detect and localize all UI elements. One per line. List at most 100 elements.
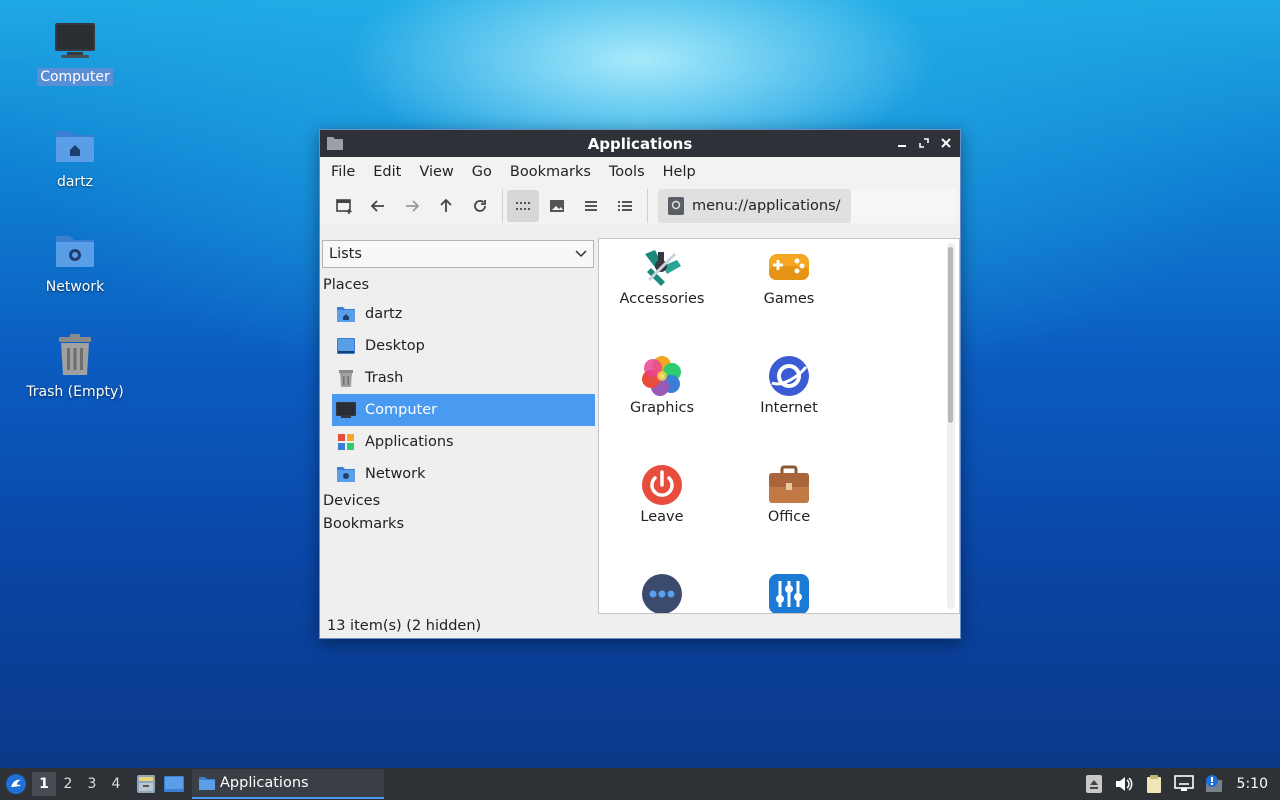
desktop-icon-network[interactable]: Network [20,226,130,296]
section-places[interactable]: Places [323,277,369,293]
scrollbar-thumb[interactable] [948,247,953,423]
briefcase-icon [767,463,811,507]
file-manager-launcher-icon[interactable] [132,770,160,798]
desktop-icon-label: Computer [37,68,113,86]
show-desktop-icon[interactable] [160,770,188,798]
taskbar-task-applications[interactable]: Applications [192,769,384,799]
location-bar[interactable]: menu://applications/ [658,189,851,223]
section-devices[interactable]: Devices [323,493,380,509]
menu-go[interactable]: Go [465,164,499,180]
desktop-icon-label: dartz [56,174,94,190]
workspace-4[interactable]: 4 [104,772,128,796]
workspace-3[interactable]: 3 [80,772,104,796]
forward-button[interactable] [396,190,428,222]
network-folder-icon [336,464,356,484]
titlebar[interactable]: Applications [320,130,960,157]
app-graphics[interactable]: Graphics [607,354,717,416]
workspace-1[interactable]: 1 [32,772,56,796]
sidebar-item-network[interactable]: Network [332,458,595,490]
start-menu-button[interactable] [0,768,32,800]
app-accessories[interactable]: Accessories [607,245,717,307]
section-bookmarks[interactable]: Bookmarks [323,516,404,532]
applications-icon [336,432,356,452]
desktop-icon-computer[interactable]: Computer [20,16,130,86]
menu-help[interactable]: Help [656,164,703,180]
workspace-2[interactable]: 2 [56,772,80,796]
desktop-icon [336,336,356,356]
detailed-list-view-button[interactable] [609,190,641,222]
app-settings[interactable] [734,572,844,613]
app-label: Leave [640,509,684,525]
new-tab-button[interactable] [328,190,360,222]
folder-icon [198,775,216,791]
sidebar-item-dartz[interactable]: dartz [332,298,595,330]
side-pane: Lists Places dartz Desktop Trash Compute… [320,238,596,614]
chevron-down-icon [575,247,587,263]
thumbnail-view-button[interactable] [541,190,573,222]
app-internet[interactable]: Internet [734,354,844,416]
location-bar-empty[interactable] [850,189,956,223]
sidebar-item-trash[interactable]: Trash [332,362,595,394]
minimize-button[interactable] [894,135,910,151]
task-label: Applications [220,775,309,791]
app-leave[interactable]: Leave [607,463,717,525]
menubar: File Edit View Go Bookmarks Tools Help [320,157,960,187]
computer-icon [336,400,356,420]
menu-tools[interactable]: Tools [602,164,652,180]
sidebar-item-label: dartz [365,306,403,322]
folder-view: Accessories Games Graphics Internet Leav… [598,238,960,614]
sidebar-item-applications[interactable]: Applications [332,426,595,458]
sidebar-item-label: Applications [365,434,454,450]
file-manager-window: Applications File Edit View Go Bookmarks… [319,129,961,639]
side-pane-mode-select[interactable]: Lists [322,240,594,268]
trash-icon [51,331,99,379]
settings-sliders-icon [767,572,811,613]
clipboard-icon[interactable] [1141,771,1167,797]
app-more[interactable] [607,572,717,613]
app-office[interactable]: Office [734,463,844,525]
network-status-icon[interactable] [1171,771,1197,797]
more-icon [640,572,684,613]
folder-icon [327,136,343,154]
eject-icon[interactable] [1081,771,1107,797]
home-folder-icon [51,121,99,169]
menu-file[interactable]: File [324,164,362,180]
network-folder-icon [51,226,99,274]
desktop-icon-dartz[interactable]: dartz [20,121,130,191]
menu-view[interactable]: View [412,164,460,180]
desktop-icon-trash[interactable]: Trash (Empty) [20,331,130,401]
updates-notification-icon[interactable] [1201,771,1227,797]
taskbar: 1 2 3 4 Applications 5:10 [0,768,1280,800]
compact-view-button[interactable] [575,190,607,222]
menu-bookmarks[interactable]: Bookmarks [503,164,598,180]
desktop-icon-label: Network [45,279,105,295]
clock[interactable]: 5:10 [1237,776,1268,792]
volume-icon[interactable] [1111,771,1137,797]
up-button[interactable] [430,190,462,222]
menu-edit[interactable]: Edit [366,164,408,180]
system-tray: 5:10 [1077,768,1280,800]
desktop-icon-label: Trash (Empty) [26,384,124,400]
sidebar-item-computer[interactable]: Computer [332,394,595,426]
maximize-button[interactable] [916,135,932,151]
gamepad-icon [767,245,811,289]
app-label: Accessories [619,291,705,307]
reload-button[interactable] [464,190,496,222]
location-path: menu://applications/ [692,198,841,214]
app-games[interactable]: Games [734,245,844,307]
location-icon [668,197,684,215]
graphics-icon [640,354,684,398]
sidebar-item-label: Desktop [365,338,425,354]
sidebar-item-desktop[interactable]: Desktop [332,330,595,362]
icon-view-button[interactable] [507,190,539,222]
back-button[interactable] [362,190,394,222]
window-title: Applications [587,134,693,153]
status-bar: 13 item(s) (2 hidden) [320,614,960,638]
app-label: Office [767,509,811,525]
internet-icon [767,354,811,398]
close-button[interactable] [938,135,954,151]
sidebar-item-label: Trash [365,370,404,386]
accessories-icon [640,245,684,289]
sidebar-item-label: Network [365,466,426,482]
toolbar: menu://applications/ [320,187,960,225]
